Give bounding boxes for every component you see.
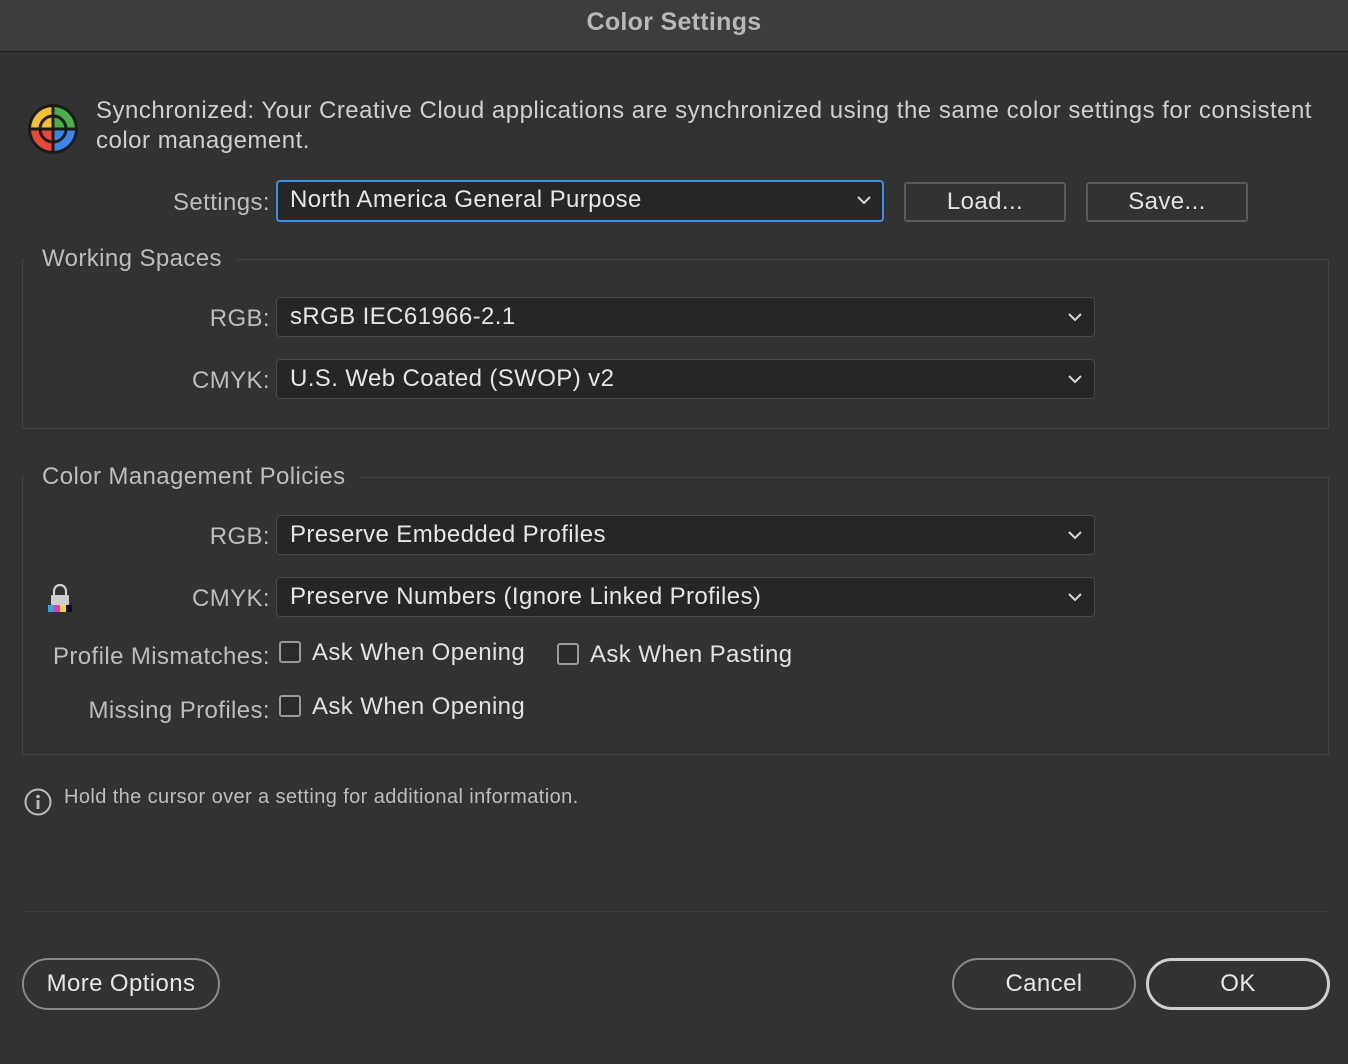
missing-ask-opening-checkbox[interactable] [279, 695, 301, 717]
info-hint-text: Hold the cursor over a setting for addit… [64, 786, 579, 808]
profile-mismatches-label: Profile Mismatches: [53, 643, 270, 670]
settings-label: Settings: [173, 189, 270, 216]
mismatch-ask-opening-checkbox[interactable] [279, 641, 301, 663]
mismatch-ask-pasting-checkbox[interactable] [557, 643, 579, 665]
missing-ask-opening-label[interactable]: Ask When Opening [312, 693, 525, 721]
mismatch-ask-opening-label[interactable]: Ask When Opening [312, 639, 525, 667]
policy-rgb-dropdown[interactable]: Preserve Embedded Profiles [276, 515, 1095, 555]
chevron-down-icon [857, 196, 871, 205]
mismatch-ask-pasting-label[interactable]: Ask When Pasting [590, 641, 793, 669]
lock-icon [48, 583, 72, 612]
chevron-down-icon [1068, 531, 1082, 540]
color-settings-dialog: Color Settings Synchronized: Your Creati… [0, 0, 1348, 1064]
policies-title: Color Management Policies [24, 463, 360, 491]
working-rgb-dropdown[interactable]: sRGB IEC61966-2.1 [276, 297, 1095, 337]
working-spaces-title: Working Spaces [24, 245, 236, 273]
policy-rgb-label: RGB: [209, 523, 270, 550]
policy-cmyk-label: CMYK: [191, 585, 270, 612]
settings-dropdown-value: North America General Purpose [290, 186, 642, 213]
color-sync-icon [28, 104, 78, 154]
policy-rgb-value: Preserve Embedded Profiles [290, 521, 606, 548]
working-cmyk-dropdown[interactable]: U.S. Web Coated (SWOP) v2 [276, 359, 1095, 399]
working-rgb-label: RGB: [209, 305, 270, 332]
working-cmyk-label: CMYK: [191, 367, 270, 394]
settings-dropdown[interactable]: North America General Purpose [276, 180, 884, 222]
chevron-down-icon [1068, 593, 1082, 602]
working-rgb-value: sRGB IEC61966-2.1 [290, 303, 516, 330]
info-icon [24, 788, 52, 816]
title-bar: Color Settings [0, 0, 1348, 52]
working-cmyk-value: U.S. Web Coated (SWOP) v2 [290, 365, 615, 392]
ok-button[interactable]: OK [1146, 958, 1330, 1010]
cancel-button[interactable]: Cancel [952, 958, 1136, 1010]
working-spaces-group [22, 259, 1329, 429]
policy-cmyk-dropdown[interactable]: Preserve Numbers (Ignore Linked Profiles… [276, 577, 1095, 617]
sync-status-message: Synchronized: Your Creative Cloud applic… [96, 97, 1312, 154]
more-options-button[interactable]: More Options [22, 958, 220, 1010]
chevron-down-icon [1068, 375, 1082, 384]
policy-cmyk-value: Preserve Numbers (Ignore Linked Profiles… [290, 583, 762, 610]
dialog-title: Color Settings [586, 8, 762, 36]
save-button[interactable]: Save... [1086, 182, 1248, 222]
missing-profiles-label: Missing Profiles: [88, 697, 270, 724]
load-button[interactable]: Load... [904, 182, 1066, 222]
chevron-down-icon [1068, 313, 1082, 322]
footer-divider [22, 911, 1328, 912]
